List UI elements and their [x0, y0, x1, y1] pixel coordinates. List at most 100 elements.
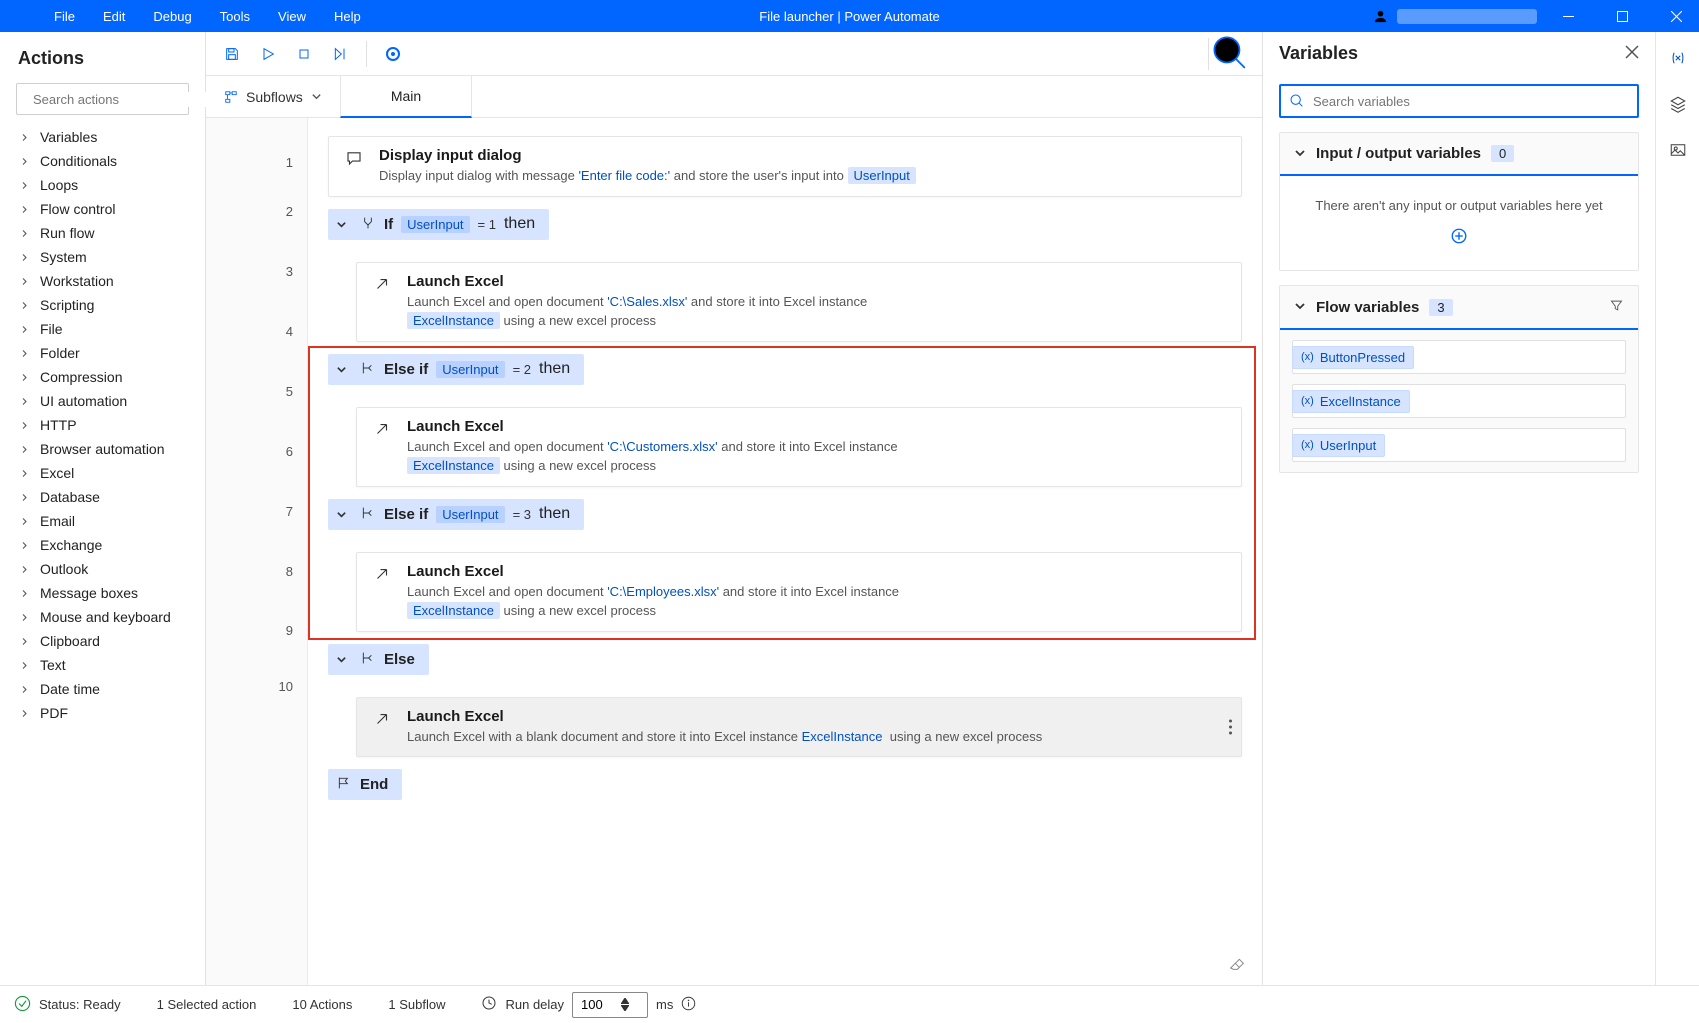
- run-delay-input[interactable]: [581, 997, 621, 1012]
- toolbar-divider: [366, 41, 367, 67]
- actions-search-input[interactable]: [33, 92, 209, 107]
- action-category[interactable]: Mouse and keyboard: [12, 605, 201, 629]
- run-delay-spinner[interactable]: [572, 992, 648, 1018]
- flow-step-5-launch[interactable]: Launch Excel Launch Excel and open docum…: [356, 407, 1242, 487]
- category-label: Compression: [40, 369, 122, 385]
- action-category[interactable]: Date time: [12, 677, 201, 701]
- clock-icon: [481, 995, 497, 1014]
- action-category[interactable]: HTTP: [12, 413, 201, 437]
- action-category[interactable]: Compression: [12, 365, 201, 389]
- menu-edit[interactable]: Edit: [89, 3, 139, 30]
- step-button[interactable]: [324, 38, 356, 70]
- launch-icon: [371, 273, 393, 331]
- rail-images-button[interactable]: [1664, 136, 1692, 164]
- action-category[interactable]: Email: [12, 509, 201, 533]
- flow-step-8-else[interactable]: Else: [328, 644, 1242, 685]
- category-label: Outlook: [40, 561, 88, 577]
- account-name: [1397, 9, 1537, 24]
- actions-search[interactable]: [16, 83, 189, 115]
- flow-step-6-elseif[interactable]: Else if UserInput = 3 then: [328, 499, 1242, 540]
- more-actions-button[interactable]: [1229, 719, 1232, 734]
- actions-list[interactable]: VariablesConditionalsLoopsFlow controlRu…: [0, 125, 205, 985]
- run-button[interactable]: [252, 38, 284, 70]
- menu-file[interactable]: File: [40, 3, 89, 30]
- flow-step-9-launch[interactable]: Launch Excel Launch Excel with a blank d…: [356, 697, 1242, 758]
- rail-variables-button[interactable]: [1664, 44, 1692, 72]
- action-category[interactable]: Outlook: [12, 557, 201, 581]
- maximize-button[interactable]: [1599, 0, 1645, 32]
- run-delay-control: Run delay ms: [481, 992, 696, 1018]
- record-button[interactable]: [377, 38, 409, 70]
- tab-main[interactable]: Main: [340, 76, 472, 118]
- add-io-variable-button[interactable]: [1294, 227, 1624, 248]
- flow-step-10-end[interactable]: End: [328, 769, 1242, 810]
- flowvars-section-header[interactable]: Flow variables 3: [1280, 286, 1638, 330]
- action-category[interactable]: Text: [12, 653, 201, 677]
- action-category[interactable]: Workstation: [12, 269, 201, 293]
- flow-body[interactable]: 12345678910 Display input dialog Display…: [206, 118, 1262, 985]
- minimize-button[interactable]: [1545, 0, 1591, 32]
- close-button[interactable]: [1653, 0, 1699, 32]
- action-category[interactable]: Run flow: [12, 221, 201, 245]
- subflows-dropdown[interactable]: Subflows: [206, 89, 340, 105]
- subflow-count: 1 Subflow: [388, 997, 445, 1012]
- menu-view[interactable]: View: [264, 3, 320, 30]
- chevron-right-icon: [20, 493, 32, 502]
- flowvar-item[interactable]: (x)UserInput: [1292, 428, 1626, 462]
- line-number: 10: [279, 666, 293, 706]
- action-category[interactable]: UI automation: [12, 389, 201, 413]
- action-category[interactable]: Clipboard: [12, 629, 201, 653]
- action-category[interactable]: Folder: [12, 341, 201, 365]
- action-category[interactable]: Browser automation: [12, 437, 201, 461]
- spinner-up[interactable]: [621, 998, 629, 1004]
- action-category[interactable]: File: [12, 317, 201, 341]
- collapse-icon[interactable]: [336, 364, 352, 375]
- chevron-right-icon: [20, 181, 32, 190]
- collapse-icon[interactable]: [336, 654, 352, 665]
- save-button[interactable]: [216, 38, 248, 70]
- action-category[interactable]: Loops: [12, 173, 201, 197]
- close-variables-button[interactable]: [1625, 45, 1639, 62]
- line-number: 4: [286, 308, 293, 354]
- action-category[interactable]: Conditionals: [12, 149, 201, 173]
- variables-search[interactable]: [1279, 84, 1639, 118]
- action-category[interactable]: Exchange: [12, 533, 201, 557]
- menu-debug[interactable]: Debug: [139, 3, 205, 30]
- flow-step-7-launch[interactable]: Launch Excel Launch Excel and open docum…: [356, 552, 1242, 632]
- launch-icon: [371, 708, 393, 747]
- variables-search-input[interactable]: [1313, 94, 1629, 109]
- line-number: 6: [286, 428, 293, 474]
- flow-step-1[interactable]: Display input dialog Display input dialo…: [328, 136, 1242, 197]
- action-category[interactable]: PDF: [12, 701, 201, 725]
- action-category[interactable]: Scripting: [12, 293, 201, 317]
- flow-step-3-launch[interactable]: Launch Excel Launch Excel and open docum…: [356, 262, 1242, 342]
- action-category[interactable]: Flow control: [12, 197, 201, 221]
- menu-help[interactable]: Help: [320, 3, 375, 30]
- action-category[interactable]: System: [12, 245, 201, 269]
- action-category[interactable]: Message boxes: [12, 581, 201, 605]
- filter-button[interactable]: [1609, 298, 1624, 316]
- menu-tools[interactable]: Tools: [206, 3, 264, 30]
- collapse-icon[interactable]: [336, 219, 352, 230]
- stop-button[interactable]: [288, 38, 320, 70]
- eraser-icon[interactable]: [1228, 956, 1244, 975]
- io-section-header[interactable]: Input / output variables 0: [1280, 133, 1638, 176]
- spinner-down[interactable]: [621, 1005, 629, 1011]
- collapse-icon[interactable]: [336, 509, 352, 520]
- flowvar-item[interactable]: (x)ExcelInstance: [1292, 384, 1626, 418]
- action-category[interactable]: Excel: [12, 461, 201, 485]
- info-icon[interactable]: [681, 996, 696, 1014]
- flowvar-item[interactable]: (x)ButtonPressed: [1292, 340, 1626, 374]
- flow-step-4-elseif[interactable]: Else if UserInput = 2 then: [328, 354, 1242, 395]
- chevron-down-icon: [1294, 299, 1306, 315]
- subflow-icon: [224, 90, 238, 104]
- chevron-right-icon: [20, 229, 32, 238]
- flow-step-2-if[interactable]: If UserInput = 1 then: [328, 209, 1242, 250]
- rail-layers-button[interactable]: [1664, 90, 1692, 118]
- action-category[interactable]: Variables: [12, 125, 201, 149]
- chevron-right-icon: [20, 589, 32, 598]
- account-icon[interactable]: [1372, 8, 1389, 25]
- flow-variables-section: Flow variables 3 (x)ButtonPressed (x)Exce…: [1279, 285, 1639, 473]
- flow-search-button[interactable]: [1208, 38, 1252, 70]
- action-category[interactable]: Database: [12, 485, 201, 509]
